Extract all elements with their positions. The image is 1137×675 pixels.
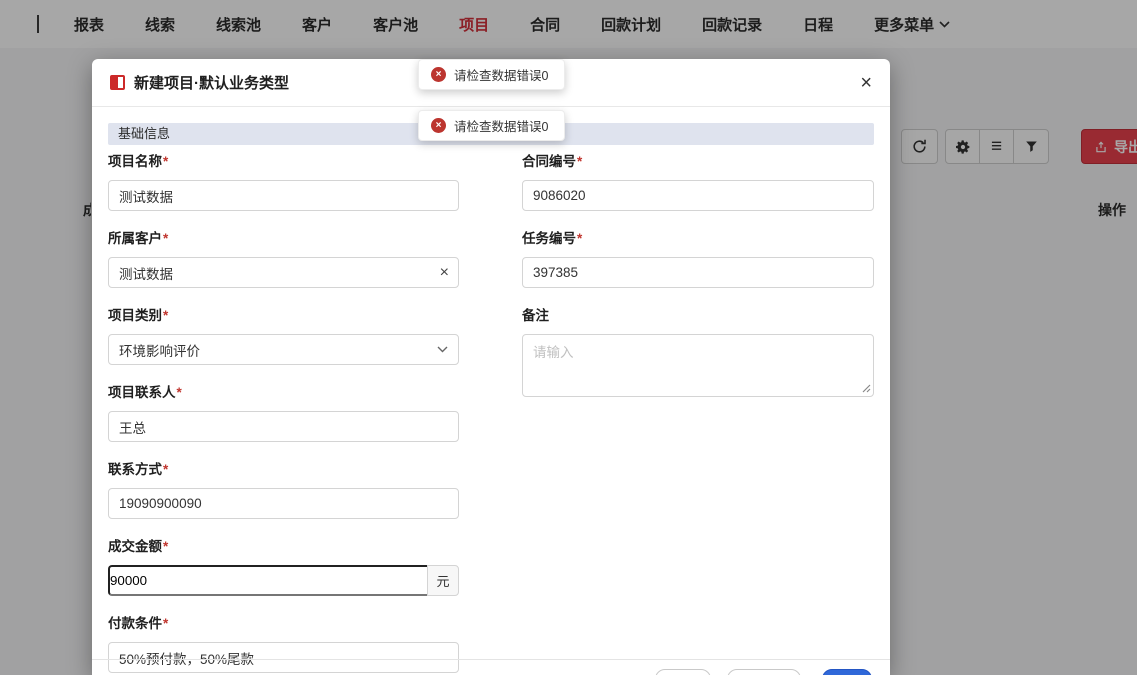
selected-option: 环境影响评价 <box>119 343 200 359</box>
remarks-textarea[interactable] <box>522 334 874 397</box>
error-toast: × 请检查数据错误0 <box>418 59 565 90</box>
chevron-down-icon <box>437 346 448 353</box>
currency-unit-addon: 元 <box>427 565 459 596</box>
form-column-left: 项目名称* 所属客户* × 项目类别* 环境影响评价 <box>108 150 459 675</box>
new-project-modal: 新建项目·默认业务类型 × 基础信息 项目名称* 所属客户* × <box>92 59 890 675</box>
field-label: 合同编号* <box>522 154 583 169</box>
error-icon: × <box>431 118 446 133</box>
error-icon: × <box>431 67 446 82</box>
field-task-number: 任务编号* <box>522 227 874 288</box>
field-label: 联系方式* <box>108 462 169 477</box>
close-icon[interactable]: × <box>860 73 872 93</box>
field-label: 项目类别* <box>108 308 169 323</box>
footer-primary-button[interactable] <box>822 669 872 675</box>
form-grid: 项目名称* 所属客户* × 项目类别* 环境影响评价 <box>108 150 874 675</box>
field-label: 任务编号* <box>522 231 583 246</box>
modal-body: 基础信息 项目名称* 所属客户* × 项目类别* <box>92 107 890 675</box>
field-remarks: 备注 <box>522 304 874 397</box>
error-toast: × 请检查数据错误0 <box>418 110 565 141</box>
project-contact-input[interactable] <box>108 411 459 442</box>
field-project-name: 项目名称* <box>108 150 459 211</box>
footer-button-1[interactable] <box>655 669 711 675</box>
clear-icon[interactable]: × <box>440 264 449 281</box>
customer-input[interactable] <box>108 257 459 288</box>
task-number-input[interactable] <box>522 257 874 288</box>
project-doc-icon <box>110 75 125 90</box>
form-column-right: 合同编号* 任务编号* 备注 <box>522 150 874 675</box>
field-label: 所属客户* <box>108 231 169 246</box>
field-customer: 所属客户* × <box>108 227 459 288</box>
field-contact-phone: 联系方式* <box>108 458 459 519</box>
field-label: 付款条件* <box>108 616 169 631</box>
field-project-contact: 项目联系人* <box>108 381 459 442</box>
project-name-input[interactable] <box>108 180 459 211</box>
field-label: 成交金额* <box>108 539 169 554</box>
field-contract-number: 合同编号* <box>522 150 874 211</box>
modal-footer <box>92 659 890 675</box>
toast-message: 请检查数据错误0 <box>454 120 549 134</box>
contract-number-input[interactable] <box>522 180 874 211</box>
project-category-select[interactable]: 环境影响评价 <box>108 334 459 365</box>
modal-title: 新建项目·默认业务类型 <box>134 75 289 92</box>
toast-message: 请检查数据错误0 <box>454 69 549 83</box>
field-project-category: 项目类别* 环境影响评价 <box>108 304 459 365</box>
field-label: 备注 <box>522 308 549 323</box>
field-label: 项目名称* <box>108 154 169 169</box>
deal-amount-input[interactable] <box>108 565 427 596</box>
field-label: 项目联系人* <box>108 385 182 400</box>
footer-button-2[interactable] <box>727 669 801 675</box>
field-deal-amount: 成交金额* 元 <box>108 535 459 596</box>
contact-phone-input[interactable] <box>108 488 459 519</box>
